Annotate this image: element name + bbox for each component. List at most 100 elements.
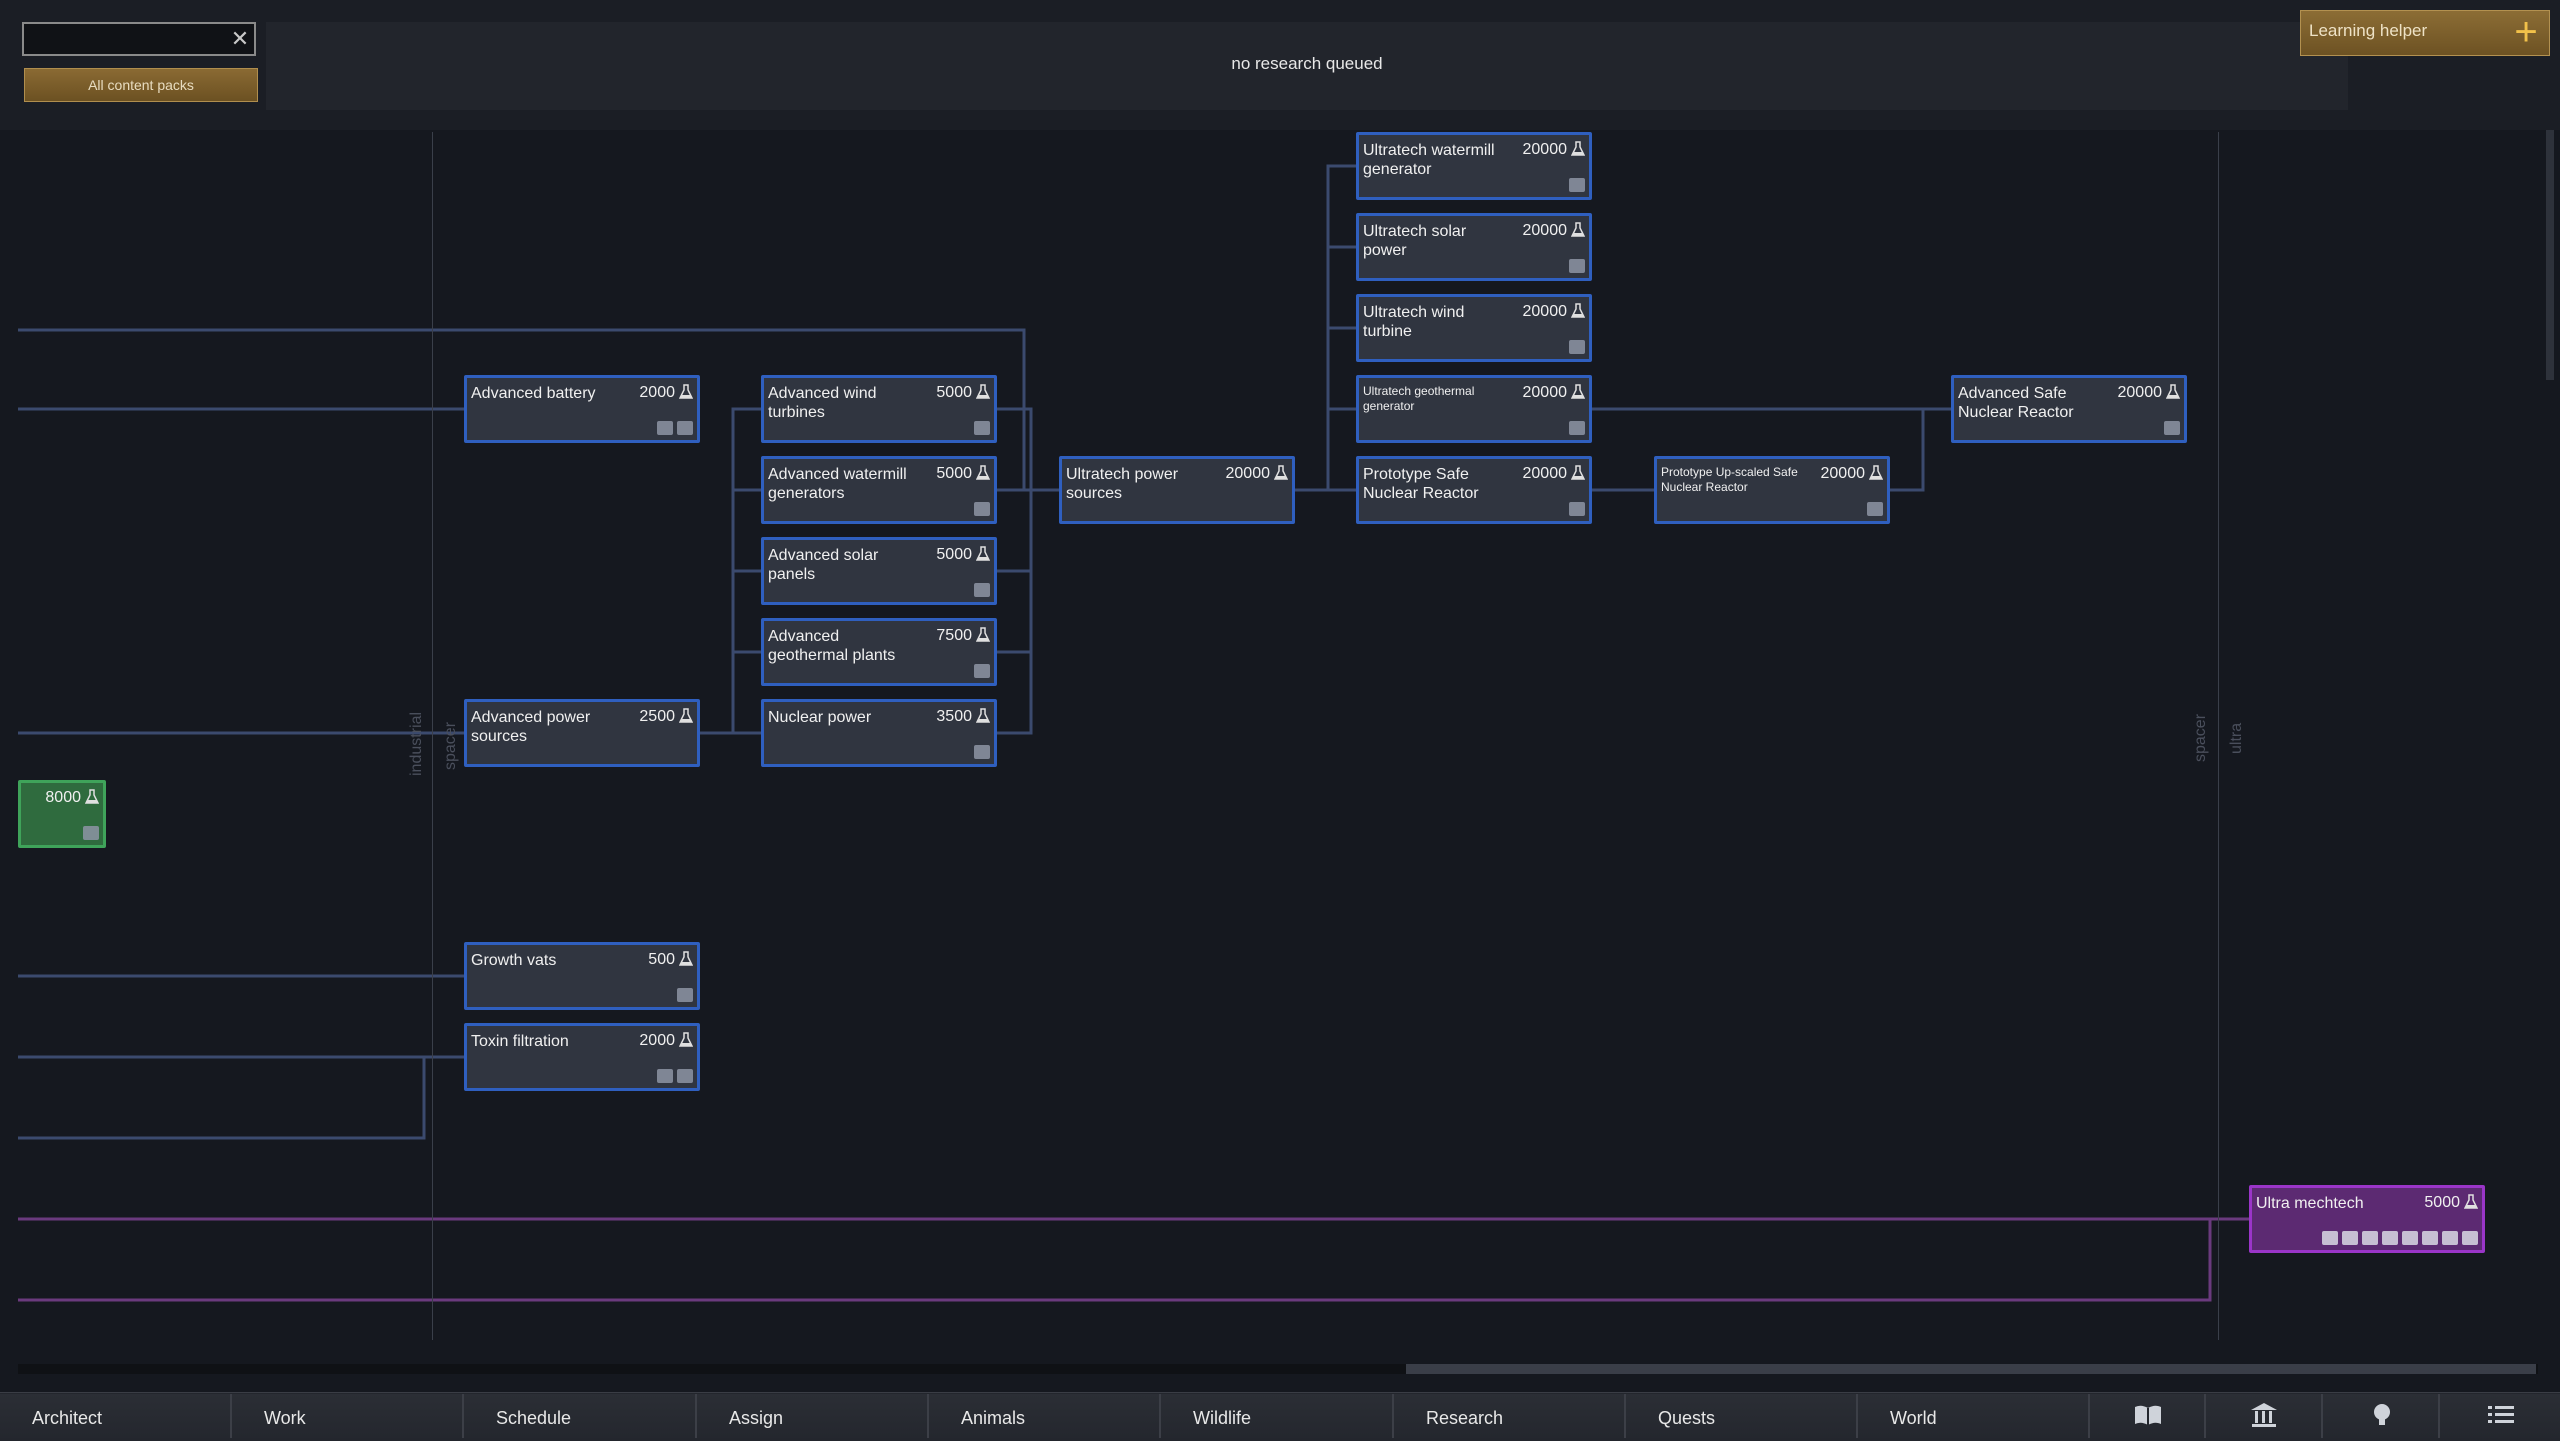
research-cost: 20000 <box>1820 465 1866 482</box>
research-node-advanced-geothermal-plants[interactable]: Advanced geothermal plants 7500 <box>761 618 997 686</box>
search-input[interactable] <box>22 22 256 56</box>
research-node-label: Advanced power sources <box>471 709 591 745</box>
era-label-industrial: industrial <box>408 711 425 776</box>
unlock-icons <box>974 421 990 435</box>
unlocked-item-icon <box>83 826 99 840</box>
unlock-icons <box>2322 1231 2478 1245</box>
unlocked-item-icon <box>2402 1231 2418 1245</box>
research-node-ultratech-power-sources[interactable]: Ultratech power sources 20000 <box>1059 456 1295 524</box>
tab-world[interactable]: World <box>1858 1394 2090 1438</box>
vertical-scroll-thumb[interactable] <box>2546 130 2554 380</box>
tab-architect[interactable]: Architect <box>0 1394 232 1438</box>
research-flask-icon <box>85 789 99 804</box>
research-node-toxin-filtration[interactable]: Toxin filtration 2000 <box>464 1023 700 1091</box>
era-label-spacer: spacer <box>442 721 459 770</box>
tab-quests[interactable]: Quests <box>1626 1394 1858 1438</box>
tab-work[interactable]: Work <box>232 1394 464 1438</box>
research-node-ultratech-geothermal-generator[interactable]: Ultratech geothermal generator 20000 <box>1356 375 1592 443</box>
research-node-green-node[interactable]: 8000 <box>18 780 106 848</box>
research-cost: 20000 <box>1522 303 1568 320</box>
tab-factions[interactable] <box>2206 1394 2323 1438</box>
research-node-advanced-wind-turbines[interactable]: Advanced wind turbines 5000 <box>761 375 997 443</box>
unlocked-item-icon <box>2422 1231 2438 1245</box>
era-label-ultra: ultra <box>2228 722 2245 754</box>
unlocked-item-icon <box>677 1069 693 1083</box>
research-node-ultratech-solar-power[interactable]: Ultratech solar power 20000 <box>1356 213 1592 281</box>
research-cost: 8000 <box>45 789 81 806</box>
research-node-advanced-battery[interactable]: Advanced battery 2000 <box>464 375 700 443</box>
tab-wildlife[interactable]: Wildlife <box>1161 1394 1394 1438</box>
plus-icon[interactable]: + <box>2508 12 2544 52</box>
research-cost: 500 <box>648 951 675 968</box>
unlocked-item-icon <box>974 421 990 435</box>
research-node-label: Nuclear power <box>768 709 872 726</box>
research-node-prototype-safe-nuclear-reactor[interactable]: Prototype Safe Nuclear Reactor 20000 <box>1356 456 1592 524</box>
tab-history[interactable] <box>2090 1394 2206 1438</box>
unlock-icons <box>1569 502 1585 516</box>
unlock-icons <box>657 421 693 435</box>
research-node-label: Prototype Safe Nuclear Reactor <box>1363 466 1479 502</box>
research-cost: 2500 <box>639 708 675 725</box>
unlocked-item-icon <box>974 502 990 516</box>
tab-ideas[interactable] <box>2323 1394 2440 1438</box>
unlocked-item-icon <box>1569 421 1585 435</box>
content-packs-button[interactable]: All content packs <box>24 68 258 102</box>
unlocked-item-icon <box>657 421 673 435</box>
tab-schedule[interactable]: Schedule <box>464 1394 697 1438</box>
tree-edge <box>1295 407 1356 492</box>
research-cost: 5000 <box>936 465 972 482</box>
unlock-icons <box>1569 259 1585 273</box>
unlock-icons <box>2164 421 2180 435</box>
tab-assign[interactable]: Assign <box>697 1394 929 1438</box>
research-node-nuclear-power[interactable]: Nuclear power 3500 <box>761 699 997 767</box>
unlock-icons <box>1569 178 1585 192</box>
unlocked-item-icon <box>2322 1231 2338 1245</box>
tab-research[interactable]: Research <box>1394 1394 1626 1438</box>
unlocked-item-icon <box>677 421 693 435</box>
tree-edge <box>700 650 761 735</box>
tree-edge <box>997 488 1059 573</box>
research-cost: 20000 <box>1225 465 1271 482</box>
tree-edge <box>997 488 1059 735</box>
research-node-advanced-watermill-generators[interactable]: Advanced watermill generators 5000 <box>761 456 997 524</box>
research-flask-icon <box>679 951 693 966</box>
unlocked-item-icon <box>2362 1231 2378 1245</box>
research-node-label: Advanced solar panels <box>768 547 879 583</box>
tab-menu[interactable] <box>2440 1394 2560 1438</box>
unlock-icons <box>1569 421 1585 435</box>
research-node-label: Ultratech wind turbine <box>1363 304 1465 340</box>
factions-icon <box>2251 1403 2277 1427</box>
unlocked-item-icon <box>974 745 990 759</box>
research-tree[interactable]: industrial spacer spacer ultra Advanced … <box>0 130 2560 1380</box>
research-cost: 2000 <box>639 384 675 401</box>
research-node-advanced-solar-panels[interactable]: Advanced solar panels 5000 <box>761 537 997 605</box>
research-node-ultratech-wind-turbine[interactable]: Ultratech wind turbine 20000 <box>1356 294 1592 362</box>
research-flask-icon <box>976 384 990 399</box>
tree-edge <box>997 407 1059 492</box>
unlocked-item-icon <box>1569 259 1585 273</box>
lightbulb-icon <box>2374 1404 2390 1425</box>
research-node-label: Ultratech solar power <box>1363 223 1467 259</box>
research-node-label: Prototype Up-scaled Safe Nuclear Reactor <box>1661 465 1798 494</box>
research-node-advanced-safe-nuclear-reactor[interactable]: Advanced Safe Nuclear Reactor 20000 <box>1951 375 2187 443</box>
learning-helper-label: Learning helper <box>2309 21 2428 40</box>
research-node-prototype-upscaled-safe-nuclear-reactor[interactable]: Prototype Up-scaled Safe Nuclear Reactor… <box>1654 456 1890 524</box>
research-cost: 3500 <box>936 708 972 725</box>
research-node-advanced-power-sources[interactable]: Advanced power sources 2500 <box>464 699 700 767</box>
research-flask-icon <box>679 384 693 399</box>
unlock-icons <box>974 502 990 516</box>
unlocked-item-icon <box>677 988 693 1002</box>
horizontal-scroll-thumb[interactable] <box>1406 1364 2536 1374</box>
research-cost: 5000 <box>936 546 972 563</box>
research-node-growth-vats[interactable]: Growth vats 500 <box>464 942 700 1010</box>
tab-animals[interactable]: Animals <box>929 1394 1161 1438</box>
research-flask-icon <box>1869 465 1883 480</box>
research-node-ultratech-watermill-generator[interactable]: Ultratech watermill generator 20000 <box>1356 132 1592 200</box>
close-icon[interactable]: ✕ <box>226 24 254 54</box>
unlocked-item-icon <box>974 664 990 678</box>
research-cost: 20000 <box>1522 141 1568 158</box>
research-node-label: Toxin filtration <box>471 1033 569 1050</box>
research-flask-icon <box>679 1032 693 1047</box>
research-cost: 2000 <box>639 1032 675 1049</box>
research-node-ultra-mechtech[interactable]: Ultra mechtech 5000 <box>2249 1185 2485 1253</box>
